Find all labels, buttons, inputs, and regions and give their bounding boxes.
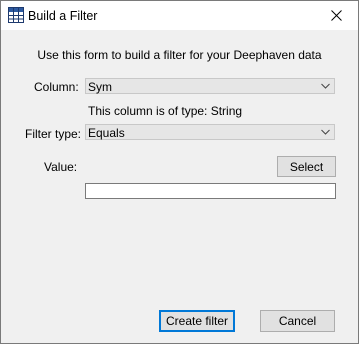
window-title: Build a Filter xyxy=(28,9,98,23)
column-select[interactable]: Sym xyxy=(85,78,335,94)
filter-type-select[interactable]: Equals xyxy=(85,124,335,140)
table-grid-icon xyxy=(8,7,24,23)
value-label: Value: xyxy=(44,160,78,174)
column-type-note: This column is of type: String xyxy=(88,104,243,118)
select-button[interactable]: Select xyxy=(277,156,336,177)
close-button[interactable] xyxy=(314,1,358,30)
close-icon xyxy=(330,10,342,21)
build-filter-dialog: Build a Filter Use this form to build a … xyxy=(0,0,359,344)
filter-type-label: Filter type: xyxy=(25,127,82,141)
column-selected-value: Sym xyxy=(88,80,112,94)
filter-type-selected-value: Equals xyxy=(88,126,125,140)
chevron-down-icon xyxy=(321,83,330,89)
value-input[interactable] xyxy=(85,183,336,199)
create-filter-button[interactable]: Create filter xyxy=(159,310,235,332)
cancel-button[interactable]: Cancel xyxy=(260,310,335,332)
column-label: Column: xyxy=(34,80,79,94)
chevron-down-icon xyxy=(321,129,330,135)
title-bar: Build a Filter xyxy=(1,1,358,30)
intro-text: Use this form to build a filter for your… xyxy=(37,48,322,62)
